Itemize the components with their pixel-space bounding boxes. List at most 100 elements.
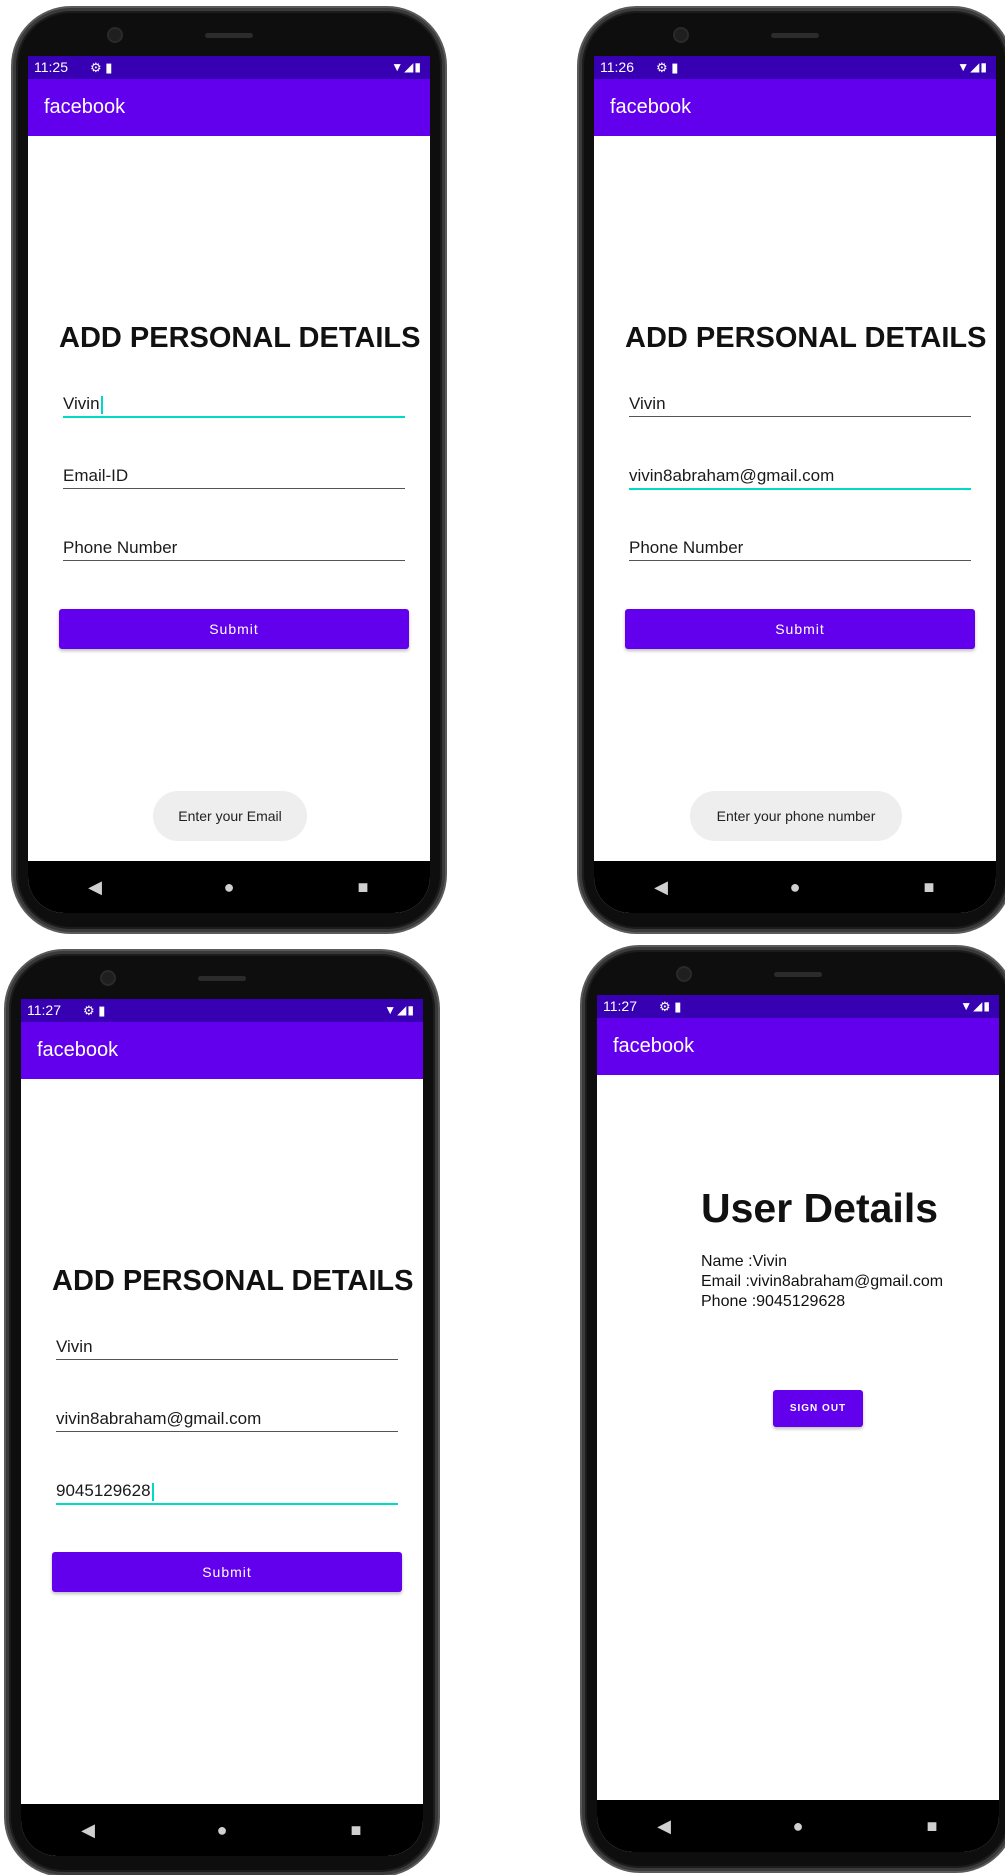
wifi-icon: ▼ — [391, 60, 405, 74]
screen-4: 11:27 ⚙ ▮ ▼◢▮ facebook User Details Name… — [597, 995, 999, 1852]
toast-message: Enter your phone number — [690, 791, 902, 841]
battery-icon: ▮ — [980, 60, 988, 74]
navigation-bar: ◀ ● ■ — [21, 1804, 423, 1856]
name-input[interactable]: Vivin — [629, 392, 971, 417]
status-bar: 11:27 ⚙ ▮ ▼◢▮ — [21, 999, 423, 1022]
settings-icon: ⚙ — [83, 1003, 95, 1018]
content-area: User Details Name :Vivin Email :vivin8ab… — [597, 1075, 999, 1800]
status-bar: 11:27 ⚙ ▮ ▼◢▮ — [597, 995, 999, 1018]
phone-value: 9045129628 — [56, 1481, 151, 1500]
phone-frame-2: 11:26 ⚙ ▮ ▼◢▮ facebook ADD PERSONAL DETA… — [579, 8, 1005, 932]
screen-1: 11:25 ⚙ ▮ ▼◢▮ facebook ADD PERSONAL DETA… — [28, 56, 430, 913]
text-cursor — [151, 1482, 154, 1501]
status-left-icons: ⚙ ▮ — [659, 995, 681, 1018]
recents-icon[interactable]: ■ — [909, 877, 949, 898]
status-left-icons: ⚙ ▮ — [90, 56, 112, 79]
back-icon[interactable]: ◀ — [68, 1820, 108, 1841]
user-name-line: Name :Vivin — [701, 1253, 787, 1270]
navigation-bar: ◀ ● ■ — [594, 861, 996, 913]
speaker-grille — [774, 972, 822, 977]
name-input[interactable]: Vivin — [63, 392, 405, 418]
name-value: Vivin — [63, 394, 100, 413]
back-icon[interactable]: ◀ — [641, 877, 681, 898]
back-icon[interactable]: ◀ — [644, 1816, 684, 1837]
sd-card-icon: ▮ — [674, 999, 682, 1014]
home-icon[interactable]: ● — [202, 1820, 242, 1841]
status-bar: 11:26 ⚙ ▮ ▼◢▮ — [594, 56, 996, 79]
phone-frame-3: 11:27 ⚙ ▮ ▼◢▮ facebook ADD PERSONAL DETA… — [6, 951, 438, 1875]
screen-2: 11:26 ⚙ ▮ ▼◢▮ facebook ADD PERSONAL DETA… — [594, 56, 996, 913]
speaker-grille — [771, 33, 819, 38]
status-bar: 11:25 ⚙ ▮ ▼◢▮ — [28, 56, 430, 79]
navigation-bar: ◀ ● ■ — [597, 1800, 999, 1852]
signal-icon: ◢ — [970, 60, 981, 74]
home-icon[interactable]: ● — [775, 877, 815, 898]
user-details-list: Name :Vivin Email :vivin8abraham@gmail.c… — [701, 1252, 943, 1312]
sd-card-icon: ▮ — [98, 1003, 106, 1018]
app-bar-title: facebook — [594, 79, 996, 136]
name-input[interactable]: Vivin — [56, 1335, 398, 1360]
status-time: 11:25 — [34, 59, 68, 75]
email-value: vivin8abraham@gmail.com — [56, 1409, 262, 1428]
page-title: ADD PERSONAL DETAILS — [59, 322, 421, 354]
status-left-icons: ⚙ ▮ — [656, 56, 678, 79]
app-bar-title: facebook — [597, 1018, 999, 1075]
content-area: ADD PERSONAL DETAILS Vivin Email-ID Phon… — [28, 136, 430, 861]
recents-icon[interactable]: ■ — [336, 1820, 376, 1841]
email-input[interactable]: Email-ID — [63, 464, 405, 489]
speaker-grille — [198, 976, 246, 981]
page-title: ADD PERSONAL DETAILS — [625, 322, 987, 354]
submit-button[interactable]: Submit — [59, 609, 409, 649]
front-camera — [675, 29, 687, 41]
content-area: ADD PERSONAL DETAILS Vivin vivin8abraham… — [21, 1079, 423, 1804]
signal-icon: ◢ — [973, 999, 984, 1013]
recents-icon[interactable]: ■ — [912, 1816, 952, 1837]
email-input[interactable]: vivin8abraham@gmail.com — [56, 1407, 398, 1432]
toast-message: Enter your Email — [153, 791, 307, 841]
app-bar-title: facebook — [21, 1022, 423, 1079]
email-value: vivin8abraham@gmail.com — [629, 466, 835, 485]
status-right-icons: ▼◢▮ — [391, 56, 422, 79]
status-right-icons: ▼◢▮ — [384, 999, 415, 1022]
phone-input[interactable]: Phone Number — [629, 536, 971, 561]
wifi-icon: ▼ — [960, 999, 974, 1013]
phone-frame-4: 11:27 ⚙ ▮ ▼◢▮ facebook User Details Name… — [582, 947, 1005, 1871]
home-icon[interactable]: ● — [209, 877, 249, 898]
page-title: ADD PERSONAL DETAILS — [52, 1265, 414, 1297]
status-right-icons: ▼◢▮ — [957, 56, 988, 79]
wifi-icon: ▼ — [384, 1003, 398, 1017]
front-camera — [109, 29, 121, 41]
phone-placeholder: Phone Number — [629, 538, 744, 557]
speaker-grille — [205, 33, 253, 38]
home-icon[interactable]: ● — [778, 1816, 818, 1837]
status-time: 11:27 — [27, 1002, 61, 1018]
email-placeholder: Email-ID — [63, 466, 129, 485]
signal-icon: ◢ — [404, 60, 415, 74]
app-bar-title: facebook — [28, 79, 430, 136]
submit-button[interactable]: Submit — [625, 609, 975, 649]
phone-input[interactable]: Phone Number — [63, 536, 405, 561]
settings-icon: ⚙ — [90, 60, 102, 75]
recents-icon[interactable]: ■ — [343, 877, 383, 898]
phone-placeholder: Phone Number — [63, 538, 178, 557]
email-input[interactable]: vivin8abraham@gmail.com — [629, 464, 971, 490]
status-right-icons: ▼◢▮ — [960, 995, 991, 1018]
battery-icon: ▮ — [407, 1003, 415, 1017]
name-value: Vivin — [629, 394, 666, 413]
phone-input[interactable]: 9045129628 — [56, 1479, 398, 1505]
sign-out-button[interactable]: SIGN OUT — [773, 1390, 863, 1427]
back-icon[interactable]: ◀ — [75, 877, 115, 898]
user-email-line: Email :vivin8abraham@gmail.com — [701, 1273, 944, 1290]
status-time: 11:27 — [603, 998, 637, 1014]
settings-icon: ⚙ — [659, 999, 671, 1014]
screen-3: 11:27 ⚙ ▮ ▼◢▮ facebook ADD PERSONAL DETA… — [21, 999, 423, 1856]
name-value: Vivin — [56, 1337, 93, 1356]
content-area: ADD PERSONAL DETAILS Vivin vivin8abraham… — [594, 136, 996, 861]
user-phone-line: Phone :9045129628 — [701, 1293, 846, 1310]
navigation-bar: ◀ ● ■ — [28, 861, 430, 913]
submit-button[interactable]: Submit — [52, 1552, 402, 1592]
status-left-icons: ⚙ ▮ — [83, 999, 105, 1022]
settings-icon: ⚙ — [656, 60, 668, 75]
wifi-icon: ▼ — [957, 60, 971, 74]
signal-icon: ◢ — [397, 1003, 408, 1017]
